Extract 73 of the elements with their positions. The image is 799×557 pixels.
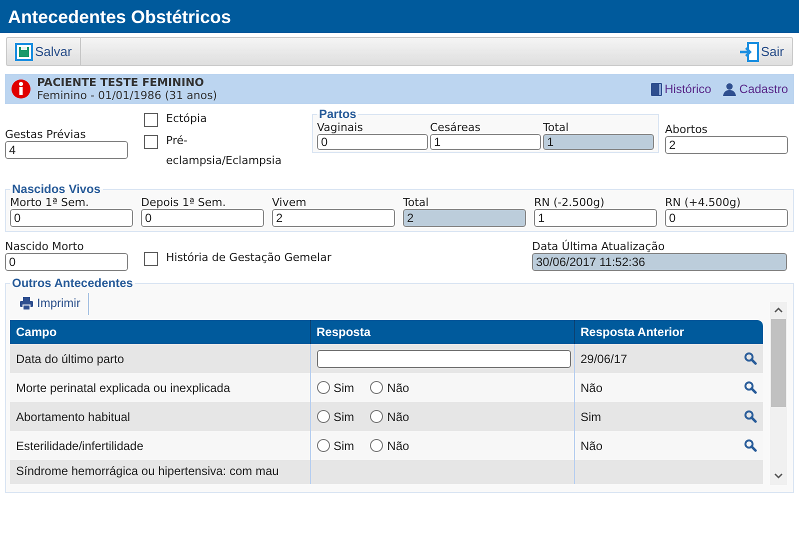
date-input-field[interactable] <box>316 350 570 368</box>
checkbox-label: Ectópia <box>166 111 207 127</box>
field-label: Depois 1ª Sem. <box>141 196 227 209</box>
table-cell: Síndrome hemorrágica ou hipertensiva: com mau <box>10 460 310 484</box>
section-title: Outros Antecedentes <box>11 276 134 290</box>
checkbox[interactable] <box>144 135 158 149</box>
exit-icon <box>738 42 759 62</box>
search-icon[interactable] <box>744 352 757 365</box>
column-header: Resposta <box>310 320 574 344</box>
field-label: Vivem <box>272 196 308 209</box>
radio-option[interactable]: Não <box>370 410 410 424</box>
input-field[interactable]: 2 <box>272 209 395 227</box>
radio-option[interactable]: Sim <box>316 380 354 394</box>
exit-button[interactable]: Sair <box>730 38 792 65</box>
field-label: Nascido Morto <box>5 240 85 253</box>
input-field[interactable]: 0 <box>141 209 264 227</box>
field-label: Data Última Atualização <box>532 240 666 253</box>
field-label: Vaginais <box>317 121 364 134</box>
save-icon <box>15 42 33 60</box>
input-field[interactable]: 1 <box>430 134 541 150</box>
table-cell: Não <box>580 438 603 452</box>
table-cell: Não <box>580 380 603 394</box>
input-field[interactable]: 2 <box>403 209 526 227</box>
patient-name: PACIENTE TESTE FEMININO <box>37 76 206 89</box>
book-icon <box>650 82 662 96</box>
input-field[interactable]: 0 <box>665 209 788 227</box>
section-title: Partos <box>318 107 358 121</box>
field-label: RN (+4.500g) <box>665 196 742 209</box>
save-button[interactable]: Salvar <box>7 38 81 65</box>
patient-details: Feminino - 01/01/1986 (31 anos) <box>37 89 218 102</box>
print-button[interactable]: Imprimir <box>12 293 90 315</box>
search-icon[interactable] <box>744 381 757 394</box>
search-icon[interactable] <box>744 439 757 452</box>
table-cell: Abortamento habitual <box>10 402 310 431</box>
checkbox-label: História de Gestação Gemelar <box>166 250 332 266</box>
input-field[interactable]: 30/06/2017 11:52:36 <box>532 253 787 271</box>
input-field[interactable]: 0 <box>317 134 428 150</box>
field-label: Abortos <box>665 123 709 136</box>
radio-option[interactable]: Não <box>370 438 410 452</box>
registration-link[interactable]: Cadastro <box>723 82 788 96</box>
checkbox-label: Pré-eclampsia/Eclampsia <box>166 133 282 169</box>
printer-icon <box>20 296 33 310</box>
radio-option[interactable]: Sim <box>316 410 354 424</box>
column-header: Campo <box>10 320 310 344</box>
input-field[interactable]: 0 <box>10 209 133 227</box>
table-cell: Esterilidade/infertilidade <box>10 431 310 460</box>
checkbox[interactable] <box>144 252 158 266</box>
field-label: Gestas Prévias <box>5 128 87 141</box>
table-cell: Sim <box>580 410 602 424</box>
user-icon <box>723 82 736 96</box>
radio-option[interactable]: Não <box>370 380 410 394</box>
section-title: Nascidos Vivos <box>11 182 102 196</box>
search-icon[interactable] <box>744 410 757 423</box>
table-cell: 29/06/17 <box>580 352 628 366</box>
info-icon <box>11 79 31 99</box>
table-cell: Morte perinatal explicada ou inexplicada <box>10 373 310 402</box>
checkbox[interactable] <box>144 113 158 127</box>
column-header: Resposta Anterior <box>574 320 763 344</box>
field-label: Morto 1ª Sem. <box>10 196 90 209</box>
input-field[interactable]: 1 <box>534 209 657 227</box>
table-cell: Data do último parto <box>10 344 310 373</box>
input-field[interactable]: 0 <box>5 253 128 271</box>
history-link[interactable]: Histórico <box>650 82 712 96</box>
window-title: Antecedentes Obstétricos <box>0 0 799 33</box>
radio-option[interactable]: Sim <box>316 438 354 452</box>
field-label: Cesáreas <box>430 121 482 134</box>
input-field[interactable]: 2 <box>665 136 788 154</box>
scrollbar[interactable] <box>770 302 787 485</box>
field-label: Total <box>543 121 570 134</box>
field-label: Total <box>403 196 430 209</box>
field-label: RN (-2.500g) <box>534 196 606 209</box>
input-field[interactable]: 1 <box>543 134 654 150</box>
input-field[interactable]: 4 <box>5 141 128 159</box>
